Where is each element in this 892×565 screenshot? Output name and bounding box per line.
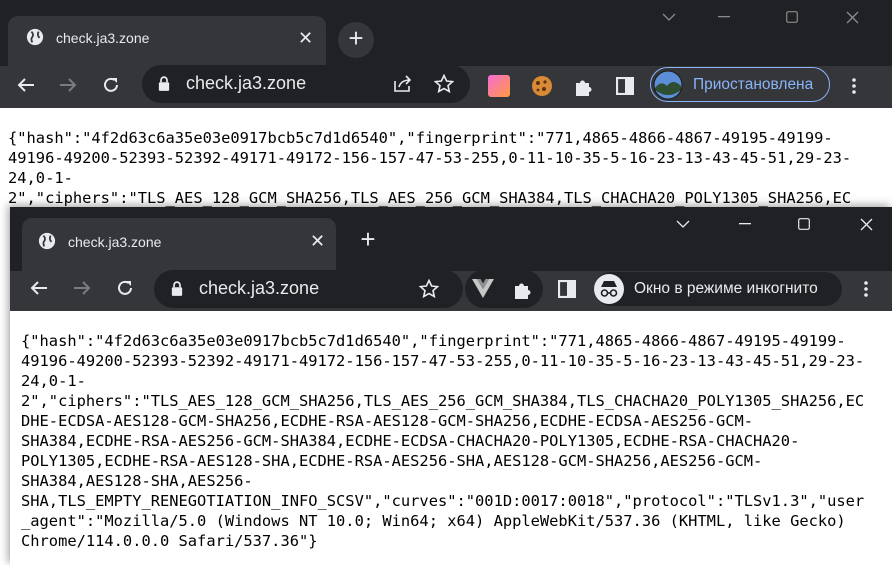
back-tab-close-icon[interactable]: ✕ [298,29,313,47]
back-minimize-button[interactable] [701,0,747,34]
vuejs-icon[interactable] [470,277,496,301]
back-tab[interactable]: check.ja3.zone ✕ [8,16,326,66]
incognito-icon [594,274,624,304]
back-toolbar: check.ja3.zone Приостановлена [0,65,892,108]
front-json-line: _agent":"Mozilla/5.0 (Windows NT 10.0; W… [21,512,846,530]
reload-icon [104,77,118,92]
avatar-icon [653,70,683,99]
back-sidepanel-icon[interactable] [614,75,636,97]
front-tab-close-icon[interactable]: ✕ [310,232,325,250]
reload-button[interactable] [97,71,125,99]
front-reload-button[interactable] [111,274,139,302]
front-minimize-button[interactable] [722,207,768,241]
back-tabstrip: check.ja3.zone ✕ + [0,0,892,66]
back-tab-title: check.ja3.zone [56,30,150,46]
reload-icon [118,280,132,295]
front-json-line: 2","ciphers":"TLS_AES_128_GCM_SHA256,TLS… [21,392,865,410]
star-icon[interactable] [419,279,439,299]
front-json-line: {"hash":"4f2d63c6a35e03e0917bcb5c7d1d654… [21,332,846,350]
globe-icon [26,28,44,46]
back-url-text[interactable]: check.ja3.zone [186,73,306,94]
front-new-tab-button[interactable]: + [350,223,386,259]
back-json-line: 49196-49200-52393-52392-49171-49172-156-… [8,149,852,167]
front-json-line: Chrome/114.0.0.0 Safari/537.36"} [21,532,318,550]
back-kebab-menu-icon[interactable] [844,74,864,98]
share-icon[interactable] [393,75,413,93]
globe-icon [38,232,56,250]
back-profile-label: Приостановлена [693,75,814,93]
forward-button[interactable] [54,71,82,99]
front-json-line: DHE-ECDSA-AES128-GCM-SHA256,ECDHE-RSA-AE… [21,412,754,430]
back-new-tab-button[interactable]: + [338,22,374,58]
cookie-icon[interactable] [529,73,555,99]
plus-icon: + [348,23,364,53]
front-json-line: 49196-49200-52393-52392-49171-49172-156-… [21,352,865,370]
front-forward-button[interactable] [68,274,96,302]
back-button[interactable] [12,71,40,99]
forward-arrow-icon [74,281,91,295]
back-json-line: 2","ciphers":"TLS_AES_128_GCM_SHA256,TLS… [8,189,852,207]
back-arrow-icon [17,78,34,92]
front-back-button[interactable] [25,274,53,302]
back-close-window-button[interactable] [829,0,875,34]
plus-icon: + [360,224,376,254]
front-page-content: {"hash":"4f2d63c6a35e03e0917bcb5c7d1d654… [10,311,892,565]
back-puzzle-icon[interactable] [571,74,597,100]
back-profile-button[interactable]: Приостановлена [650,67,830,102]
close-icon [860,218,872,230]
incognito-label: Окно в режиме инкогнито [634,280,818,297]
front-tab[interactable]: check.ja3.zone ✕ [22,218,336,271]
front-json-line: SHA384,ECDHE-RSA-AES256-GCM-SHA384,ECDHE… [21,432,800,450]
front-close-window-button[interactable] [843,207,889,241]
minimize-icon [739,223,751,225]
front-json-line: 24,0-1- [21,372,86,390]
chevron-down-icon [676,220,690,228]
minimize-icon [718,16,730,18]
front-url-text[interactable]: check.ja3.zone [199,278,319,299]
back-maximize-button[interactable] [769,0,815,34]
front-maximize-button[interactable] [781,207,827,241]
back-json-line: {"hash":"4f2d63c6a35e03e0917bcb5c7d1d654… [8,129,833,147]
incognito-profile-button[interactable]: Окно в режиме инкогнито [594,272,842,306]
back-json-text: {"hash":"4f2d63c6a35e03e0917bcb5c7d1d654… [8,128,892,208]
back-omnibox[interactable]: check.ja3.zone [142,65,470,103]
front-omnibox[interactable]: check.ja3.zone [154,270,463,308]
back-gradient-extension-icon[interactable] [487,74,511,98]
close-icon [846,11,858,23]
star-icon[interactable] [434,74,454,94]
front-tabstrip: check.ja3.zone ✕ + [10,207,892,271]
lock-icon[interactable] [171,281,183,297]
back-arrow-icon [30,281,47,295]
front-kebab-menu-icon[interactable] [856,277,876,301]
lock-icon[interactable] [158,76,170,92]
front-sidepanel-icon[interactable] [556,278,578,300]
front-json-line: POLY1305,ECDHE-RSA-AES128-SHA,ECDHE-RSA-… [21,452,763,470]
maximize-icon [798,218,810,230]
forward-arrow-icon [60,78,77,92]
back-json-line: 24,0-1- [8,169,73,187]
front-json-text: {"hash":"4f2d63c6a35e03e0917bcb5c7d1d654… [21,331,892,551]
back-tab-search-button[interactable] [646,0,692,34]
chevron-down-icon [662,13,676,21]
front-puzzle-icon[interactable] [510,277,536,303]
front-json-line: SHA384,AES128-SHA,AES256- [21,472,253,490]
front-browser-window: check.ja3.zone ✕ + check.ja3.zone Окно в… [10,207,892,565]
maximize-icon [786,11,798,23]
front-tab-title: check.ja3.zone [68,234,162,250]
front-tab-search-button[interactable] [660,207,706,241]
front-json-line: SHA,TLS_EMPTY_RENEGOTIATION_INFO_SCSV","… [21,492,865,510]
